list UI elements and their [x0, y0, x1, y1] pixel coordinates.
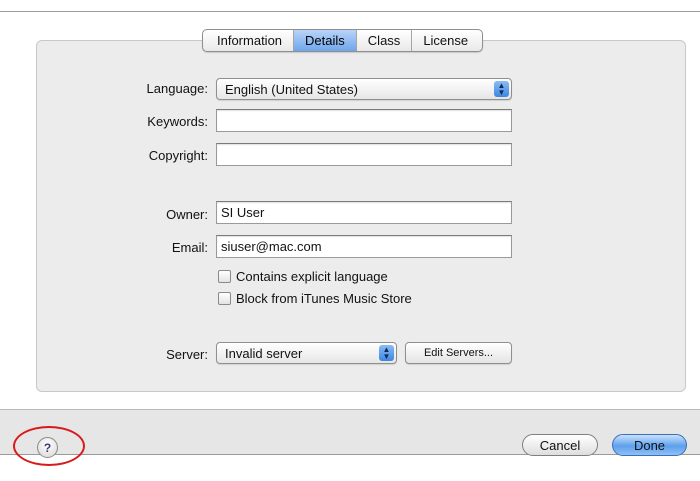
keywords-label: Keywords: — [147, 114, 208, 129]
block-store-checkbox-label: Block from iTunes Music Store — [236, 291, 412, 306]
copyright-label: Copyright: — [148, 148, 208, 163]
language-label: Language: — [146, 81, 208, 96]
explicit-checkbox-label: Contains explicit language — [236, 269, 388, 284]
explicit-checkbox-row[interactable]: Contains explicit language — [218, 269, 388, 284]
popup-arrows-icon: ▲ ▼ — [494, 81, 509, 97]
explicit-checkbox[interactable] — [218, 270, 231, 283]
server-label: Server: — [166, 347, 208, 362]
top-divider — [0, 11, 700, 12]
keywords-field[interactable] — [216, 109, 512, 132]
done-button[interactable]: Done — [612, 434, 687, 456]
owner-label: Owner: — [166, 207, 208, 222]
edit-servers-button[interactable]: Edit Servers... — [405, 342, 512, 364]
server-popup[interactable]: Invalid server ▲ ▼ — [216, 342, 397, 364]
help-highlight-annotation — [13, 426, 85, 466]
language-popup[interactable]: English (United States) ▲ ▼ — [216, 78, 512, 100]
server-value: Invalid server — [225, 346, 303, 361]
tab-details[interactable]: Details — [293, 30, 356, 51]
owner-field[interactable]: SI User — [216, 201, 512, 224]
copyright-field[interactable] — [216, 143, 512, 166]
block-store-checkbox[interactable] — [218, 292, 231, 305]
tab-license[interactable]: License — [411, 30, 482, 51]
popup-arrows-icon: ▲ ▼ — [379, 345, 394, 361]
tab-class[interactable]: Class — [355, 30, 412, 51]
block-store-checkbox-row[interactable]: Block from iTunes Music Store — [218, 291, 412, 306]
tab-information[interactable]: Information — [203, 30, 293, 51]
language-value: English (United States) — [225, 82, 358, 97]
cancel-button[interactable]: Cancel — [522, 434, 598, 456]
email-label: Email: — [171, 240, 208, 255]
footer-bottom-edge — [0, 454, 700, 455]
email-field[interactable]: siuser@mac.com — [216, 235, 512, 258]
tab-bar: Information Details Class License — [202, 29, 484, 52]
